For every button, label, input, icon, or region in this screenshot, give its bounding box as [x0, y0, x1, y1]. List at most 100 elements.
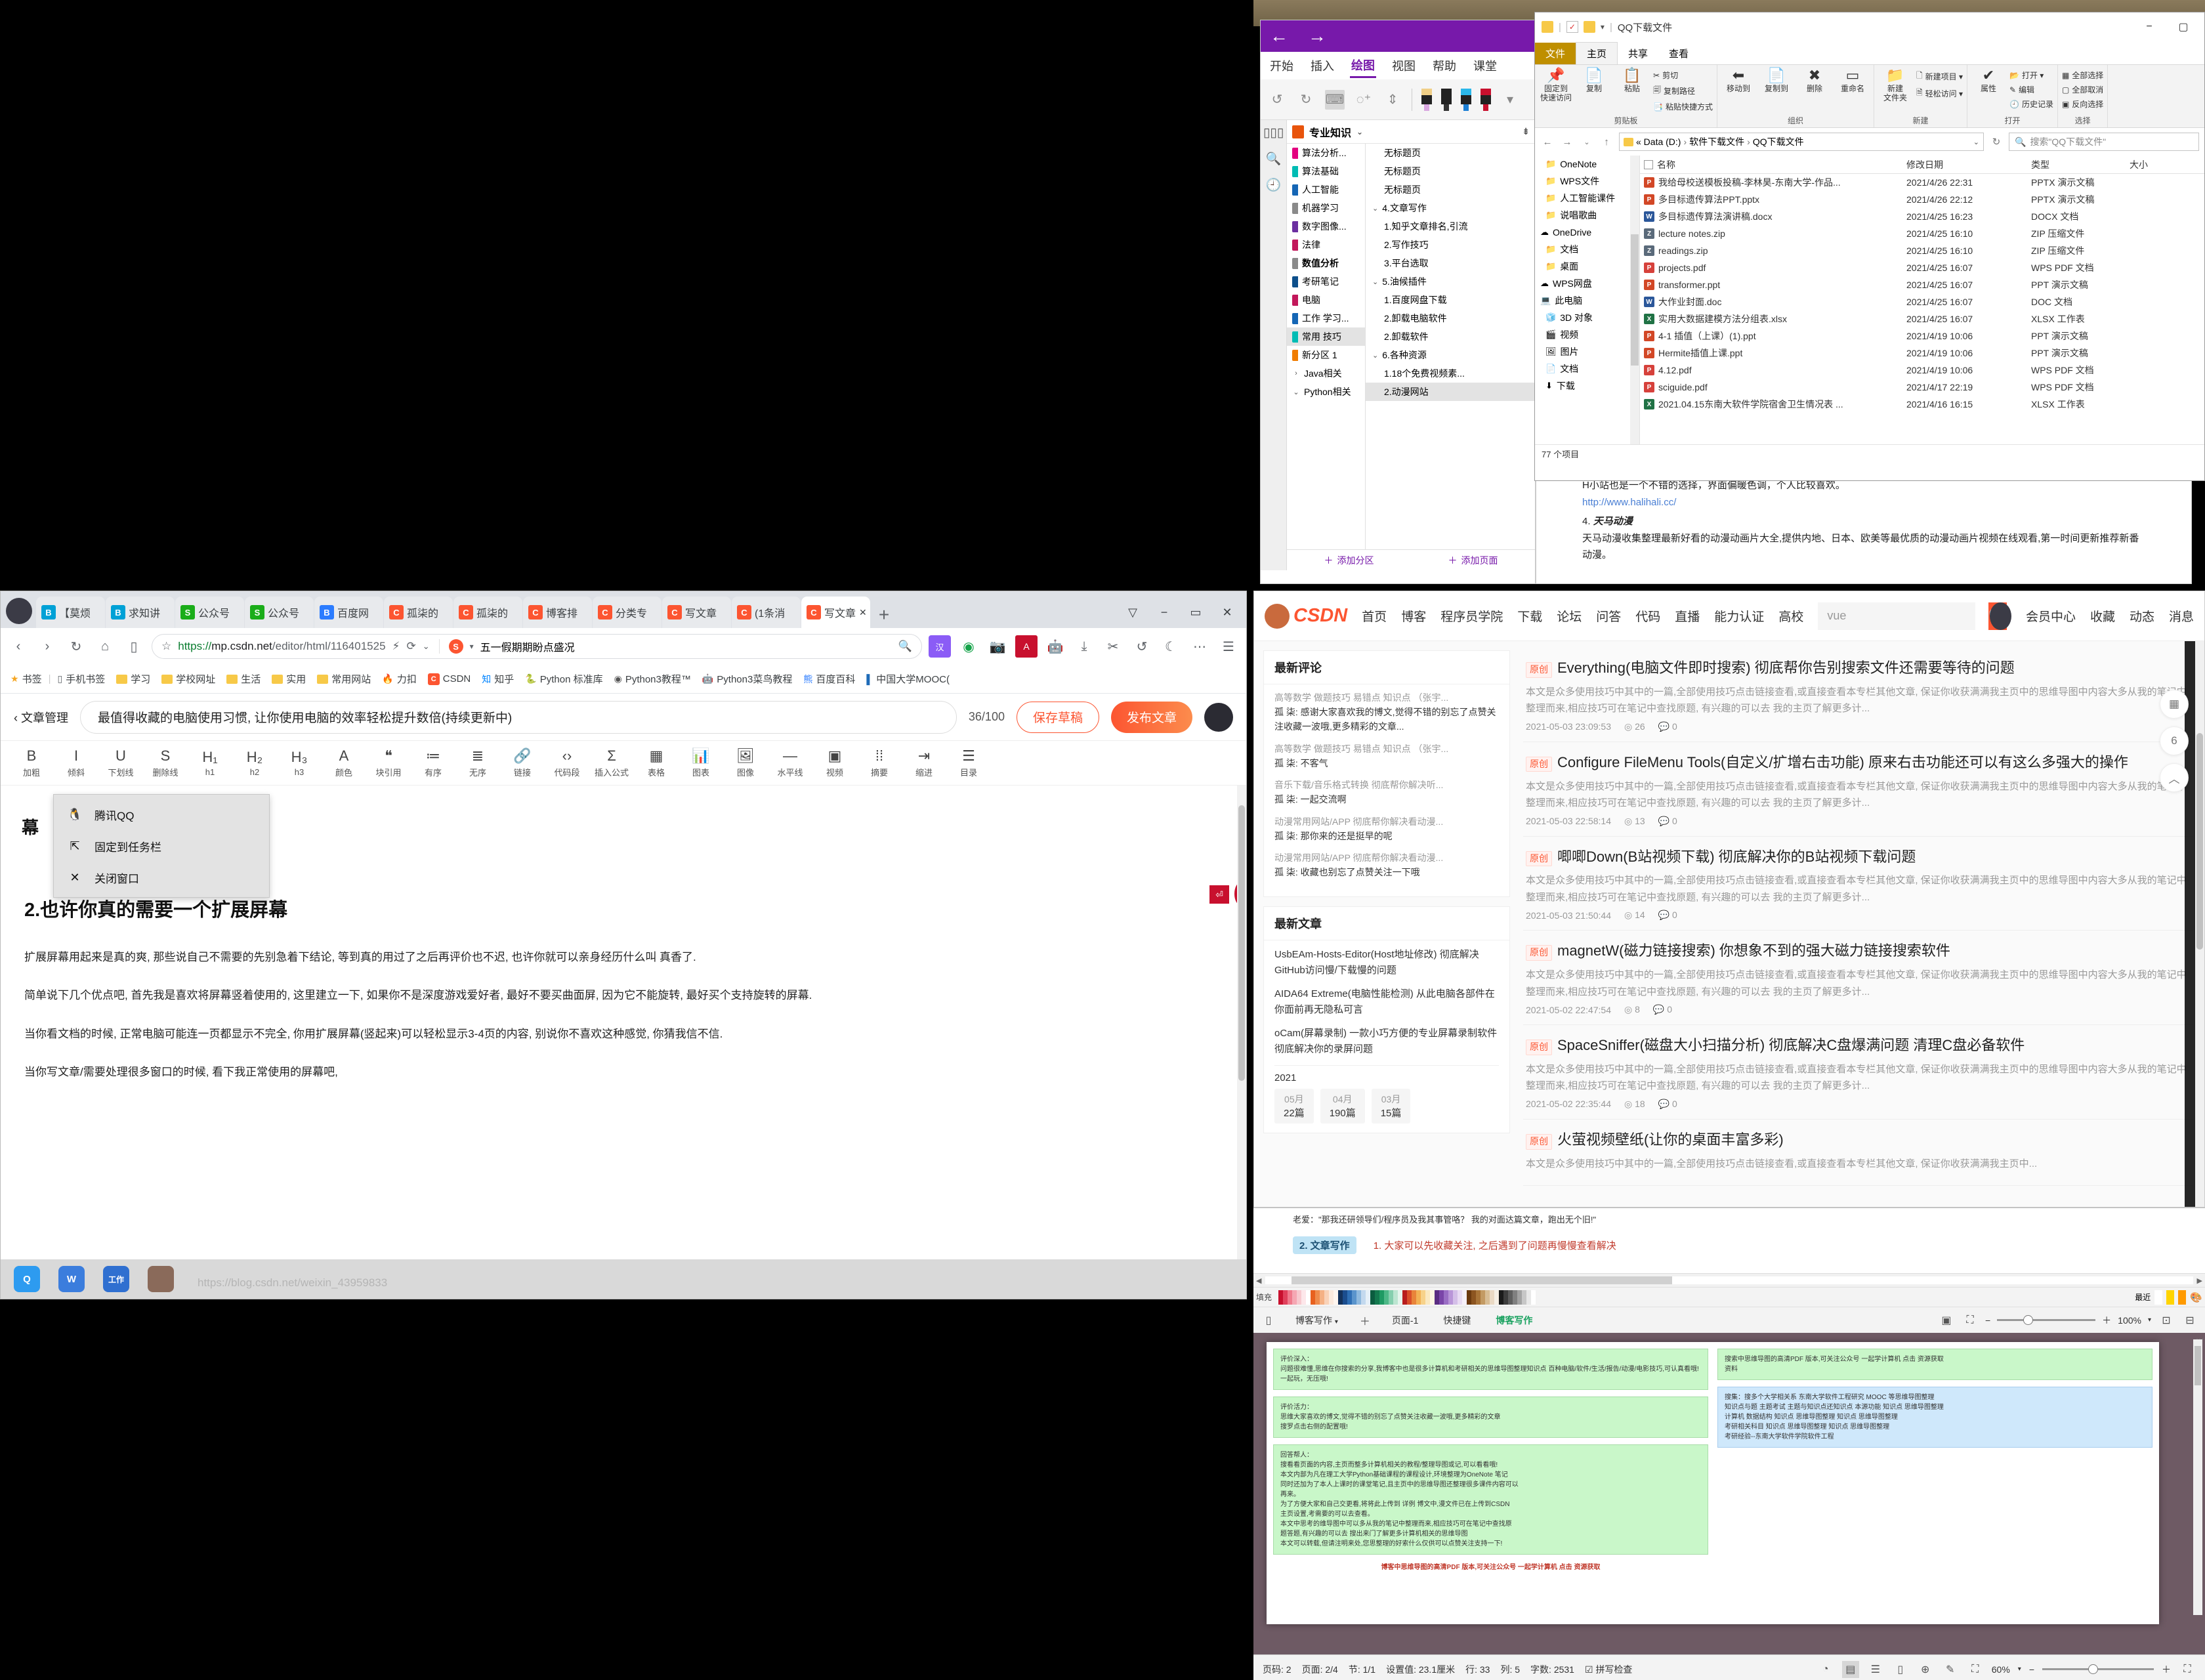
- editor-tool-块引用[interactable]: ❝ 块引用: [367, 747, 410, 778]
- onenote-section-9[interactable]: 工作 学习...: [1287, 309, 1365, 327]
- color-swatch[interactable]: [1361, 1290, 1366, 1305]
- browser-tab-10[interactable]: C (1条消: [732, 597, 801, 628]
- qrcode-icon[interactable]: ▦: [2160, 690, 2189, 719]
- color-swatch[interactable]: [1462, 1290, 1467, 1305]
- nav-recent-icon[interactable]: ⌄: [1580, 138, 1594, 146]
- nav-forum[interactable]: 论坛: [1557, 607, 1582, 625]
- nav-item-文档[interactable]: 📄 文档: [1535, 360, 1639, 377]
- color-swatch[interactable]: [1315, 1290, 1320, 1305]
- extension-color-icon[interactable]: ◉: [957, 635, 980, 658]
- archive-month[interactable]: 04月 190篇: [1320, 1089, 1365, 1124]
- comment-item[interactable]: 高等数学 做题技巧 易错点 知识点 （张宇... 孤 柒: 不客气: [1274, 742, 1499, 770]
- comment-item[interactable]: 高等数学 做题技巧 易错点 知识点 （张宇... 孤 柒: 感谢大家喜欢我的博文,…: [1274, 691, 1499, 734]
- color-swatch[interactable]: [1499, 1290, 1503, 1305]
- article-title[interactable]: 原创 唧唧Down(B站视频下载) 彻底解决你的B站视频下载问题: [1526, 847, 2190, 868]
- table-row[interactable]: W 大作业封面.doc 2021/4/25 16:07 DOC 文档: [1640, 293, 2204, 310]
- table-row[interactable]: P 4.12.pdf 2021/4/19 10:06 WPS PDF 文档: [1640, 362, 2204, 379]
- onenote-doc-link[interactable]: http://www.halihali.cc/: [1582, 497, 1676, 508]
- bookmark-百度百科[interactable]: 熊百度百科: [799, 669, 860, 688]
- table-row[interactable]: P Hermite插值上课.ppt 2021/4/19 10:06 PPT 演示文稿: [1640, 345, 2204, 362]
- fill-color-palette[interactable]: 填充 最近 🎨: [1253, 1287, 2205, 1307]
- color-swatch[interactable]: [1352, 1290, 1356, 1305]
- ribbon-button-固定到-快速访问[interactable]: 📌 固定到 快速访问: [1539, 67, 1573, 103]
- nav-academy[interactable]: 程序员学院: [1440, 607, 1503, 625]
- onenote-section-1[interactable]: 算法基础: [1287, 162, 1365, 180]
- tab-close-icon[interactable]: ✕: [859, 607, 867, 618]
- onenote-page-12[interactable]: 1.18个免费视频素...: [1366, 364, 1535, 383]
- qat-dropdown-icon[interactable]: ▾: [1601, 22, 1605, 32]
- editor-tool-加粗[interactable]: B 加粗: [10, 747, 53, 778]
- redo-icon[interactable]: ↻: [1296, 90, 1316, 110]
- omni-search-icon[interactable]: 🔍: [898, 640, 912, 653]
- color-swatch[interactable]: [1490, 1290, 1494, 1305]
- color-swatch[interactable]: [1311, 1290, 1315, 1305]
- editor-tool-插入公式[interactable]: Σ 插入公式: [590, 747, 633, 778]
- table-row[interactable]: X 2021.04.15东南大软件学院宿舍卫生情况表 ... 2021/4/16 1…: [1640, 396, 2204, 413]
- editor-tool-有序[interactable]: ≔ 有序: [411, 747, 455, 778]
- onenote-page-content[interactable]: H小站也是一个不错的选择，界面偏暖色调，个人比较喜欢。 http://www.h…: [1536, 472, 2192, 584]
- color-swatch[interactable]: [1517, 1290, 1522, 1305]
- bookmark-CSDN[interactable]: C CSDN: [423, 671, 476, 688]
- sidebar-icon[interactable]: ▯: [123, 635, 145, 658]
- breadcrumb[interactable]: « Data (D:) › 软件下载文件 › QQ下载文件 ⌄: [1619, 133, 1984, 151]
- color-swatch[interactable]: [1393, 1290, 1398, 1305]
- nav-certification[interactable]: 能力认证: [1714, 607, 1764, 625]
- onenote-page-3[interactable]: ⌄ 4.文章写作: [1366, 199, 1535, 217]
- onenote-tab-draw[interactable]: 绘图: [1350, 54, 1376, 78]
- editor-tool-删除线[interactable]: S 删除线: [144, 747, 187, 778]
- ribbon-small-反向选择[interactable]: ▣ 反向选择: [2062, 98, 2103, 110]
- editor-tool-图像[interactable]: 🖼 图像: [724, 747, 767, 778]
- table-row[interactable]: P 4-1 插值（上课）(1).ppt 2021/4/19 10:06 PPT 演示文…: [1640, 327, 2204, 345]
- back-to-article-manager[interactable]: ‹ 文章管理: [14, 709, 68, 726]
- table-row[interactable]: X 实用大数据建模方法分组表.xlsx 2021/4/25 16:07 XLSX 工作…: [1640, 310, 2204, 327]
- color-swatch[interactable]: [1421, 1290, 1425, 1305]
- color-swatch[interactable]: [1338, 1290, 1343, 1305]
- lightning-icon[interactable]: ⚡: [392, 640, 400, 653]
- table-row[interactable]: Ptransformer.ppt 2021/4/25 16:07 PPT 演示文稿: [1640, 276, 2204, 293]
- table-row[interactable]: Pprojects.pdf 2021/4/25 16:07 WPS PDF 文档: [1640, 259, 2204, 276]
- editor-tool-表格[interactable]: ▦ 表格: [635, 747, 678, 778]
- article-title[interactable]: 原创 Everything(电脑文件即时搜索) 彻底帮你告别搜索文件还需要等待的问…: [1526, 658, 2190, 679]
- browser-tab-7[interactable]: C 博客排: [523, 597, 592, 628]
- mindmap-box[interactable]: 回答帮人： 搜看看页面的内容,主页而整多计算机相关的教程/整理导图或记,可以看看哦…: [1273, 1444, 1708, 1555]
- browser-tab-1[interactable]: B 求知讲: [106, 597, 175, 628]
- onenote-section-4[interactable]: 数字图像...: [1287, 217, 1365, 236]
- onenote-page-list[interactable]: 无标题页 无标题页 无标题页 ⌄ 4.文章写作 1.知乎文章排名,引流 2.写作技巧 3.平台…: [1366, 144, 1535, 549]
- bookmark-力扣[interactable]: 🔥 力扣: [377, 669, 421, 688]
- zoom-selection-icon[interactable]: ⊡: [2158, 1312, 2175, 1329]
- outline-view-icon[interactable]: ☰: [1867, 1661, 1884, 1678]
- chevron-down-icon[interactable]: ⌄: [1372, 204, 1378, 213]
- column-type[interactable]: 类型: [2027, 158, 2126, 171]
- color-swatch[interactable]: [1508, 1290, 1513, 1305]
- expand-icon[interactable]: ⛶: [2179, 1661, 2196, 1678]
- menu-icon[interactable]: ☰: [1217, 635, 1240, 658]
- editor-tool-代码段[interactable]: ‹› 代码段: [545, 747, 589, 778]
- editor-tool-目录[interactable]: ☰ 目录: [947, 747, 990, 778]
- home-icon[interactable]: ⌂: [94, 635, 116, 658]
- color-swatch[interactable]: [1356, 1290, 1361, 1305]
- onenote-tab-view[interactable]: 视图: [1391, 54, 1417, 77]
- editor-tool-颜色[interactable]: A 颜色: [322, 747, 366, 778]
- table-row[interactable]: Zreadings.zip 2021/4/25 16:10 ZIP 压缩文件: [1640, 242, 2204, 259]
- article-title[interactable]: 原创 magnetW(磁力链接搜索) 你想象不到的强大磁力链接搜索软件: [1526, 941, 2190, 961]
- nav-live[interactable]: 直播: [1675, 607, 1700, 625]
- browser-tab-8[interactable]: C 分类专: [593, 597, 662, 628]
- page-tab-dropdown[interactable]: 博客写作 ▾: [1289, 1312, 1345, 1329]
- color-swatch[interactable]: [1425, 1290, 1430, 1305]
- nav-item-OneDrive[interactable]: ☁ OneDrive: [1535, 224, 1639, 241]
- csdn-search[interactable]: 🔍: [1818, 602, 2007, 630]
- onenote-section-8[interactable]: 电脑: [1287, 291, 1365, 309]
- article-title[interactable]: 原创 火萤视频壁纸(让你的桌面丰富多彩): [1526, 1130, 2190, 1150]
- more-icon[interactable]: ⋯: [1188, 635, 1211, 658]
- page-tab-shortcuts[interactable]: 快捷键: [1437, 1312, 1477, 1329]
- color-swatch[interactable]: [1347, 1290, 1352, 1305]
- comment-post-title[interactable]: 高等数学 做题技巧 易错点 知识点 （张宇...: [1274, 691, 1499, 705]
- properties-quick-icon[interactable]: ✓: [1566, 21, 1578, 33]
- explorer-file-list[interactable]: 名称 修改日期 类型 大小 P 我给母校送模板投稿-李林昊-东南大学-作品... 2…: [1640, 156, 2204, 444]
- editor-tool-h1[interactable]: H₁ h1: [188, 749, 232, 777]
- fit-window-icon[interactable]: ⛶: [1962, 1312, 1979, 1329]
- browser-tab-11[interactable]: C 写文章 ✕: [801, 597, 870, 628]
- archive-month[interactable]: 03月 15篇: [1371, 1089, 1411, 1124]
- ribbon-button-粘贴[interactable]: 📋 粘贴: [1615, 67, 1649, 93]
- explorer-tab-view[interactable]: 查看: [1658, 43, 1699, 64]
